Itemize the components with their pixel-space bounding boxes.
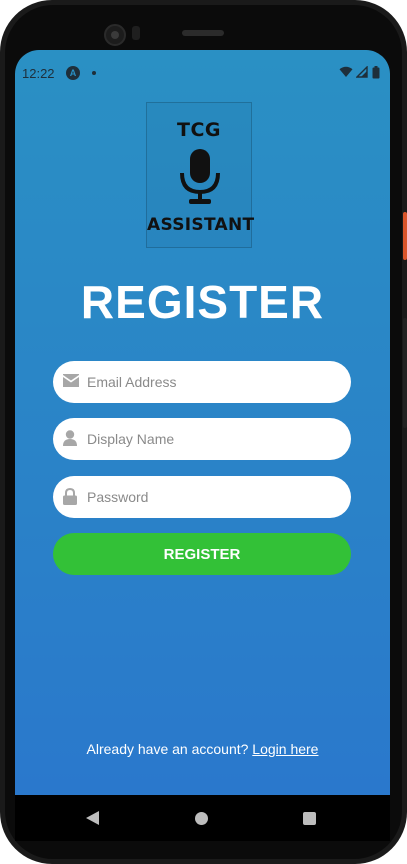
signal-icon bbox=[356, 66, 369, 78]
wifi-icon bbox=[339, 66, 353, 77]
phone-frame: 12:22 A TCG ASSISTANT REGISTER Email Add… bbox=[0, 0, 407, 864]
logo-bottom-text: ASSISTANT bbox=[147, 215, 255, 235]
app-screen: 12:22 A TCG ASSISTANT REGISTER Email Add… bbox=[15, 50, 390, 795]
display-name-field[interactable] bbox=[53, 418, 351, 460]
notification-dot-icon bbox=[92, 71, 96, 75]
password-input[interactable] bbox=[87, 476, 337, 518]
earpiece-speaker bbox=[182, 30, 224, 36]
login-prompt: Already have an account? Login here bbox=[15, 741, 390, 757]
envelope-icon bbox=[63, 374, 79, 387]
login-link[interactable]: Login here bbox=[252, 741, 318, 757]
back-icon[interactable] bbox=[86, 811, 99, 825]
lock-icon bbox=[63, 488, 77, 505]
email-field[interactable] bbox=[53, 361, 351, 403]
logo-top-text: TCG bbox=[177, 119, 221, 141]
display-name-input[interactable] bbox=[87, 418, 337, 460]
status-bar: 12:22 A bbox=[15, 50, 390, 81]
page-title: REGISTER bbox=[80, 276, 325, 328]
home-icon[interactable] bbox=[195, 812, 208, 825]
power-button bbox=[403, 212, 407, 260]
register-button[interactable]: REGISTER bbox=[53, 533, 351, 575]
front-camera bbox=[104, 24, 126, 46]
volume-button bbox=[403, 318, 407, 428]
password-field[interactable] bbox=[53, 476, 351, 518]
app-notification-icon: A bbox=[66, 66, 80, 80]
recents-icon[interactable] bbox=[303, 812, 316, 825]
user-icon bbox=[63, 430, 77, 446]
app-logo: TCG ASSISTANT bbox=[146, 102, 255, 248]
system-navigation-bar bbox=[15, 795, 390, 841]
login-prompt-text: Already have an account? bbox=[86, 741, 249, 757]
sensor bbox=[132, 26, 140, 40]
email-input[interactable] bbox=[87, 361, 337, 403]
microphone-icon bbox=[180, 149, 220, 204]
battery-icon bbox=[372, 66, 380, 79]
status-time: 12:22 bbox=[22, 66, 55, 81]
status-icons bbox=[339, 66, 380, 80]
